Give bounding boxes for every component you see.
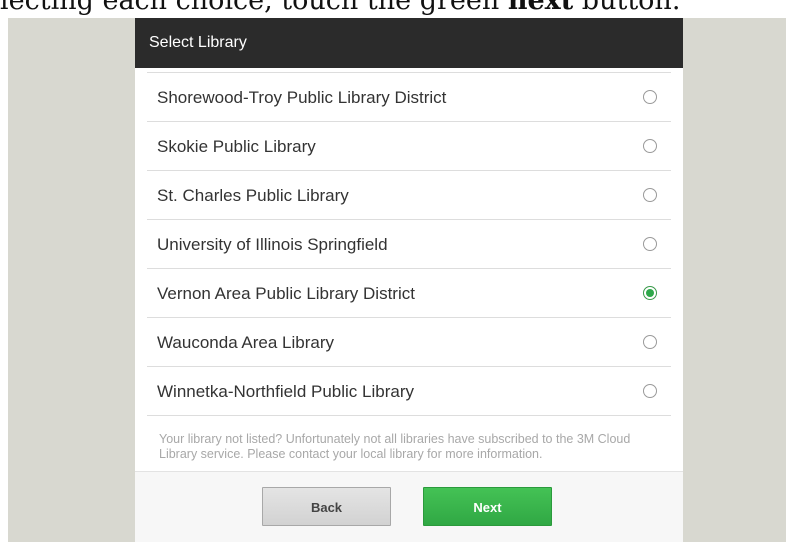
caption-bold-word: next [507, 0, 574, 16]
library-not-listed-note: Your library not listed? Unfortunately n… [159, 432, 631, 461]
library-option-label: Vernon Area Public Library District [157, 284, 415, 303]
library-option[interactable]: University of Illinois Springfield [147, 220, 671, 269]
library-option-label: Skokie Public Library [157, 137, 316, 156]
next-button[interactable]: Next [423, 487, 552, 526]
library-option[interactable]: Wauconda Area Library [147, 318, 671, 367]
dialog-title: Select Library [135, 18, 683, 68]
radio-button-selected[interactable] [643, 286, 657, 300]
back-button[interactable]: Back [262, 487, 391, 526]
select-library-dialog: Select Library Shorewood-Troy Public Lib… [135, 18, 683, 542]
library-option[interactable]: Shorewood-Troy Public Library District [147, 73, 671, 122]
radio-button[interactable] [643, 237, 657, 251]
library-option-selected[interactable]: Vernon Area Public Library District [147, 269, 671, 318]
library-option[interactable]: Winnetka-Northfield Public Library [147, 367, 671, 416]
radio-button[interactable] [643, 384, 657, 398]
radio-button[interactable] [643, 90, 657, 104]
radio-button[interactable] [643, 139, 657, 153]
library-option-label: St. Charles Public Library [157, 186, 349, 205]
library-option-label: Winnetka-Northfield Public Library [157, 382, 414, 401]
library-option[interactable]: St. Charles Public Library [147, 171, 671, 220]
library-option-label: Shorewood-Troy Public Library District [157, 88, 447, 107]
caption-suffix: button. [573, 0, 681, 16]
library-option[interactable]: Skokie Public Library [147, 122, 671, 171]
library-option-label: University of Illinois Springfield [157, 235, 388, 254]
instruction-caption: lecting each choice, touch the green nex… [0, 0, 794, 18]
caption-prefix: lecting each choice, touch the green [0, 0, 508, 16]
library-option-label: Wauconda Area Library [157, 333, 335, 352]
radio-button[interactable] [643, 335, 657, 349]
radio-button[interactable] [643, 188, 657, 202]
dialog-footer: Back Next [135, 471, 683, 542]
